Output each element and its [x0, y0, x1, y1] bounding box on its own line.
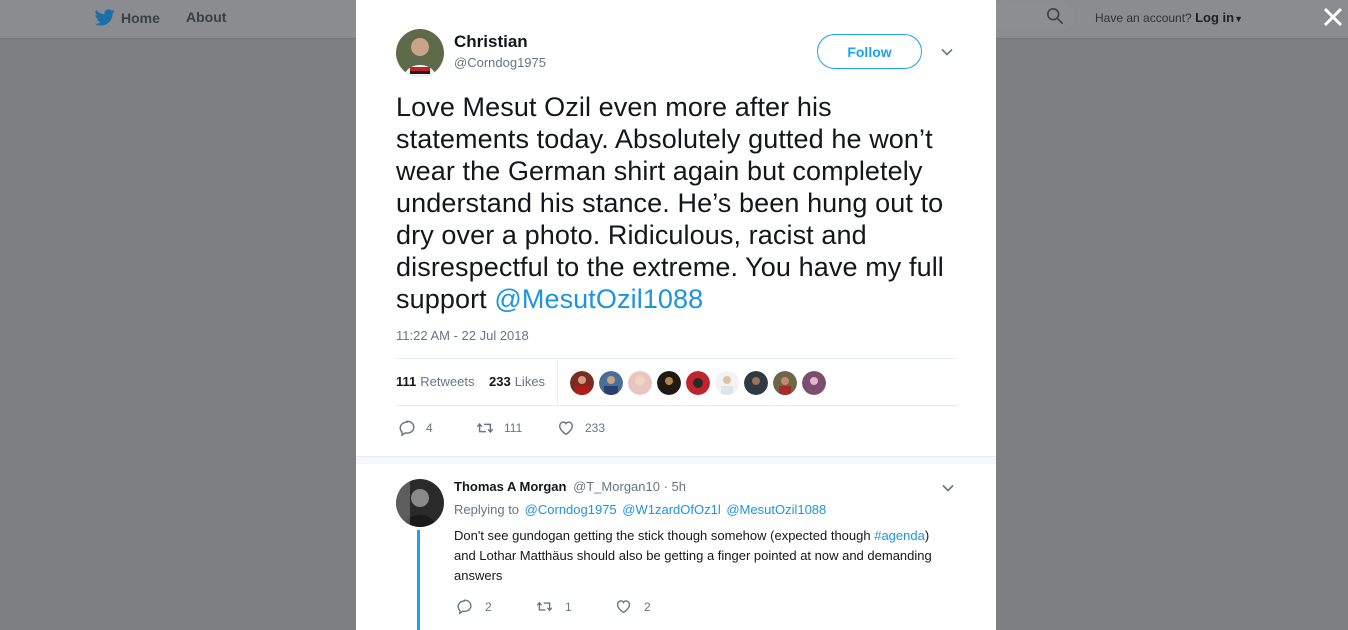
login-link[interactable]: Log in [1195, 10, 1234, 25]
reply-time[interactable]: · 5h [664, 479, 686, 494]
tweet-mention-link[interactable]: @MesutOzil1088 [494, 284, 703, 314]
tweet-text-body: Love Mesut Ozil even more after his stat… [396, 92, 944, 314]
tweet-text: Love Mesut Ozil even more after his stat… [396, 91, 961, 315]
reply-header: Thomas A Morgan @T_Morgan10 · 5h [454, 479, 686, 494]
liker-avatar[interactable] [802, 371, 826, 395]
reply-text: Don't see gundogan getting the stick tho… [454, 526, 954, 586]
stats-divider [557, 359, 558, 406]
thread-line [417, 530, 420, 630]
retweets-count: 111 [396, 374, 417, 389]
replies-divider [356, 456, 996, 464]
reply-text-part1: Don't see gundogan getting the stick tho… [454, 528, 875, 543]
retweet-icon [476, 422, 494, 434]
reply-like-button[interactable]: 2 [615, 598, 651, 615]
author-name[interactable]: Christian [454, 32, 528, 52]
account-prompt: Have an account? [1095, 11, 1192, 25]
tweet-modal: Christian @Corndog1975 Follow Love Mesut… [356, 0, 996, 630]
author-handle[interactable]: @Corndog1975 [454, 55, 546, 70]
replying-to: Replying to @Corndog1975 @W1zardOfOz1l @… [454, 502, 826, 517]
login-caret-icon: ▼ [1234, 14, 1243, 24]
tweet-stats: 111 Retweets 233 Likes [396, 358, 957, 406]
reply-reply-count: 2 [485, 599, 492, 614]
reply-actions: 2 1 2 [454, 598, 754, 618]
heart-icon [616, 600, 631, 614]
search-icon[interactable] [1046, 7, 1064, 25]
replying-to-mention[interactable]: @W1zardOfOz1l [622, 502, 720, 517]
reply-author-handle[interactable]: @T_Morgan10 [573, 479, 660, 494]
replying-to-mention[interactable]: @Corndog1975 [525, 502, 617, 517]
nav-about-label: About [186, 9, 227, 25]
retweets-stat[interactable]: 111 Retweets [396, 374, 474, 389]
like-count: 233 [585, 421, 606, 435]
twitter-bird-icon [95, 9, 115, 26]
tweet-timestamp[interactable]: 11:22 AM - 22 Jul 2018 [396, 328, 529, 343]
nav-about[interactable]: About [186, 9, 226, 25]
likes-count: 233 [489, 374, 511, 389]
retweets-label: Retweets [420, 374, 475, 389]
reply-reply-button[interactable]: 2 [456, 598, 492, 615]
tweet-actions: 4 111 233 [396, 419, 796, 441]
account-login[interactable]: Have an account? Log in▼ [1095, 10, 1243, 25]
reply-author-name[interactable]: Thomas A Morgan [454, 479, 566, 494]
likes-label: Likes [514, 374, 546, 389]
reply-retweet-button[interactable]: 1 [536, 598, 572, 615]
liker-avatar[interactable] [773, 371, 797, 395]
like-button[interactable]: 233 [557, 419, 605, 437]
retweet-icon [536, 601, 553, 612]
reply-icon [399, 420, 415, 437]
liker-avatar[interactable] [628, 371, 652, 395]
follow-button[interactable]: Follow [817, 34, 922, 69]
chevron-down-icon[interactable] [940, 45, 954, 59]
reply-retweet-count: 1 [565, 599, 572, 614]
heart-icon [558, 421, 574, 436]
replying-to-label: Replying to [454, 502, 520, 517]
liker-avatar[interactable] [657, 371, 681, 395]
retweet-button[interactable]: 111 [476, 419, 522, 437]
likes-stat[interactable]: 233 Likes [489, 374, 545, 389]
liker-avatar[interactable] [686, 371, 710, 395]
retweet-count: 111 [504, 421, 523, 435]
avatar[interactable] [396, 29, 444, 77]
reply-button[interactable]: 4 [398, 419, 433, 437]
reply-like-count: 2 [644, 599, 651, 614]
liker-avatar[interactable] [599, 371, 623, 395]
liker-avatars [570, 371, 826, 395]
liker-avatar[interactable] [570, 371, 594, 395]
reply-chevron-down-icon[interactable] [941, 481, 955, 495]
reply-icon [457, 599, 472, 615]
reply-avatar[interactable] [396, 479, 444, 527]
reply-count: 4 [426, 421, 433, 435]
nav-home-label: Home [121, 9, 160, 26]
liker-avatar[interactable] [744, 371, 768, 395]
close-icon[interactable] [1320, 4, 1346, 30]
liker-avatar[interactable] [715, 371, 739, 395]
replying-to-mention[interactable]: @MesutOzil1088 [726, 502, 826, 517]
nav-home[interactable]: Home [95, 9, 160, 26]
hashtag-link[interactable]: #agenda [874, 528, 925, 543]
